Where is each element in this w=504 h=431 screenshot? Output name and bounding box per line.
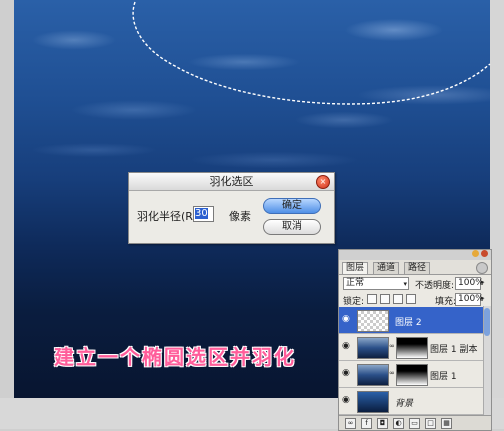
- layer-row[interactable]: ◉ 背景: [339, 388, 491, 415]
- feather-radius-label: 羽化半径(R):: [137, 210, 201, 223]
- adjustment-layer-icon[interactable]: ◐: [393, 418, 404, 429]
- new-group-icon[interactable]: ▭: [409, 418, 420, 429]
- layer-row[interactable]: ◉ 图层 2: [339, 307, 491, 334]
- fill-input[interactable]: 100%: [455, 293, 484, 306]
- lock-transparency-icon[interactable]: [367, 294, 377, 304]
- eye-icon[interactable]: ◉: [342, 369, 351, 378]
- layers-scrollbar[interactable]: [483, 306, 491, 416]
- trash-icon[interactable]: ▦: [441, 418, 452, 429]
- tab-paths[interactable]: 路径: [404, 262, 431, 274]
- link-layers-icon[interactable]: ∞: [345, 418, 356, 429]
- layer-thumbnail: [357, 310, 389, 332]
- layer-thumbnail: [357, 391, 389, 413]
- tutorial-caption: 建立一个椭圆选区并羽化: [54, 345, 296, 369]
- tab-layers[interactable]: 图层: [342, 262, 369, 274]
- layer-row[interactable]: ◉ ∞ 图层 1 副本: [339, 334, 491, 361]
- layers-panel: 图层 通道 路径 正常 ▾ 不透明度: 100% ▸ 锁定: 填充: 100% …: [338, 249, 492, 431]
- link-icon: ∞: [389, 342, 395, 350]
- layer-style-icon[interactable]: f: [361, 418, 372, 429]
- lock-all-icon[interactable]: [406, 294, 416, 304]
- layer-mask-thumbnail: [396, 337, 428, 359]
- dialog-titlebar[interactable]: 羽化选区 ×: [129, 173, 334, 191]
- close-icon[interactable]: [481, 250, 488, 257]
- lock-position-icon[interactable]: [393, 294, 403, 304]
- layer-mask-thumbnail: [396, 364, 428, 386]
- scrollbar-thumb[interactable]: [484, 308, 490, 336]
- eye-icon[interactable]: ◉: [342, 342, 351, 351]
- panel-bottom-toolbar: ∞ f ◘ ◐ ▭ □ ▦: [339, 415, 491, 430]
- add-mask-icon[interactable]: ◘: [377, 418, 388, 429]
- tab-channels[interactable]: 通道: [373, 262, 400, 274]
- fill-arrow-icon[interactable]: ▸: [481, 294, 485, 302]
- chevron-down-icon: ▾: [403, 280, 407, 288]
- feather-radius-input[interactable]: 30: [193, 206, 214, 222]
- eye-icon[interactable]: ◉: [342, 315, 351, 324]
- blend-mode-select[interactable]: 正常 ▾: [343, 277, 409, 290]
- lock-label: 锁定:: [343, 297, 365, 307]
- opacity-arrow-icon[interactable]: ▸: [481, 278, 485, 286]
- blend-mode-value: 正常: [346, 278, 365, 288]
- feather-selection-dialog: 羽化选区 × 羽化半径(R): 30 像素 确定 取消: [128, 172, 335, 244]
- layer-row[interactable]: ◉ ∞ 图层 1: [339, 361, 491, 388]
- dialog-title: 羽化选区: [209, 175, 254, 188]
- layer-name: 图层 2: [395, 318, 422, 328]
- layer-thumbnail: [357, 364, 389, 386]
- opacity-label: 不透明度:: [415, 281, 455, 291]
- cancel-button[interactable]: 取消: [263, 219, 321, 235]
- layer-name: 图层 1 副本: [430, 345, 478, 355]
- layer-name: 图层 1: [430, 372, 457, 382]
- ok-button[interactable]: 确定: [263, 198, 321, 214]
- layer-thumbnail: [357, 337, 389, 359]
- minimize-icon[interactable]: [472, 250, 479, 257]
- panel-titlebar[interactable]: [339, 250, 491, 260]
- link-icon: ∞: [389, 369, 395, 377]
- feather-radius-value: 30: [195, 208, 208, 219]
- close-icon[interactable]: ×: [316, 175, 330, 189]
- opacity-input[interactable]: 100%: [455, 277, 484, 290]
- fill-label: 填充:: [435, 297, 457, 307]
- panel-tabs: 图层 通道 路径: [339, 260, 491, 275]
- panel-menu-icon[interactable]: [476, 262, 488, 274]
- new-layer-icon[interactable]: □: [425, 418, 436, 429]
- pixel-unit-label: 像素: [229, 210, 251, 223]
- lock-pixels-icon[interactable]: [380, 294, 390, 304]
- eye-icon[interactable]: ◉: [342, 396, 351, 405]
- layer-name: 背景: [395, 399, 414, 409]
